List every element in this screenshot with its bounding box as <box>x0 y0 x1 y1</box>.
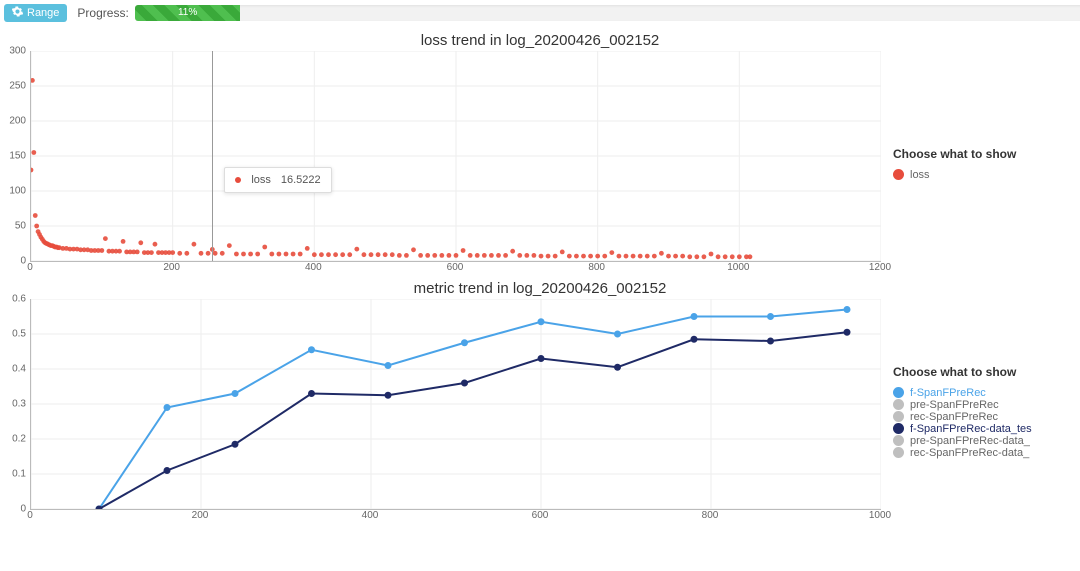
range-button[interactable]: Range <box>4 4 67 22</box>
legend-item[interactable]: rec-SpanFPreRec-data_ <box>893 447 1053 459</box>
metric-plot-area[interactable] <box>30 299 881 510</box>
legend-swatch-icon <box>893 447 904 458</box>
legend-item[interactable]: pre-SpanFPreRec <box>893 399 1053 411</box>
legend-label: pre-SpanFPreRec <box>910 399 999 411</box>
legend-label: f-SpanFPreRec <box>910 387 986 399</box>
y-axis: 00.10.20.30.40.50.6 <box>0 299 30 509</box>
legend-swatch-icon <box>893 169 904 180</box>
x-axis: 020040060080010001200 <box>30 262 880 276</box>
legend-title: Choose what to show <box>893 365 1053 379</box>
legend-label: rec-SpanFPreRec-data_ <box>910 447 1029 459</box>
legend: Choose what to show loss <box>881 51 1053 276</box>
progress-fill: 11% <box>135 5 241 21</box>
tooltip-dot-icon <box>235 177 241 183</box>
legend-item[interactable]: loss <box>893 169 1053 181</box>
hover-cursor-line <box>212 51 213 261</box>
tooltip-value: 16.5222 <box>281 174 321 186</box>
loss-plot-area[interactable]: loss 16.5222 <box>30 51 881 262</box>
legend-swatch-icon <box>893 423 904 434</box>
legend: Choose what to show f-SpanFPreRecpre-Spa… <box>881 299 1053 524</box>
top-bar: Range Progress: 11% <box>0 0 1080 28</box>
tooltip: loss 16.5222 <box>224 167 331 193</box>
legend-label: rec-SpanFPreRec <box>910 411 998 423</box>
chart-title: loss trend in log_20200426_002152 <box>0 32 1080 49</box>
progress-bar: 11% <box>135 5 1080 21</box>
legend-label: pre-SpanFPreRec-data_ <box>910 435 1030 447</box>
x-axis: 02004006008001000 <box>30 510 880 524</box>
progress-label: Progress: <box>77 6 128 20</box>
legend-title: Choose what to show <box>893 147 1053 161</box>
legend-item[interactable]: f-SpanFPreRec-data_tes <box>893 423 1053 435</box>
y-axis: 050100150200250300 <box>0 51 30 261</box>
legend-label: loss <box>910 169 930 181</box>
range-label: Range <box>27 7 59 19</box>
legend-label: f-SpanFPreRec-data_tes <box>910 423 1032 435</box>
legend-swatch-icon <box>893 399 904 410</box>
legend-item[interactable]: rec-SpanFPreRec <box>893 411 1053 423</box>
legend-swatch-icon <box>893 387 904 398</box>
metric-chart: metric trend in log_20200426_002152 00.1… <box>0 280 1080 524</box>
progress-text: 11% <box>178 7 197 18</box>
gear-icon <box>12 6 23 20</box>
legend-item[interactable]: f-SpanFPreRec <box>893 387 1053 399</box>
legend-item[interactable]: pre-SpanFPreRec-data_ <box>893 435 1053 447</box>
legend-swatch-icon <box>893 411 904 422</box>
loss-chart: loss trend in log_20200426_002152 050100… <box>0 32 1080 276</box>
legend-swatch-icon <box>893 435 904 446</box>
tooltip-series: loss <box>251 174 271 186</box>
chart-title: metric trend in log_20200426_002152 <box>0 280 1080 297</box>
